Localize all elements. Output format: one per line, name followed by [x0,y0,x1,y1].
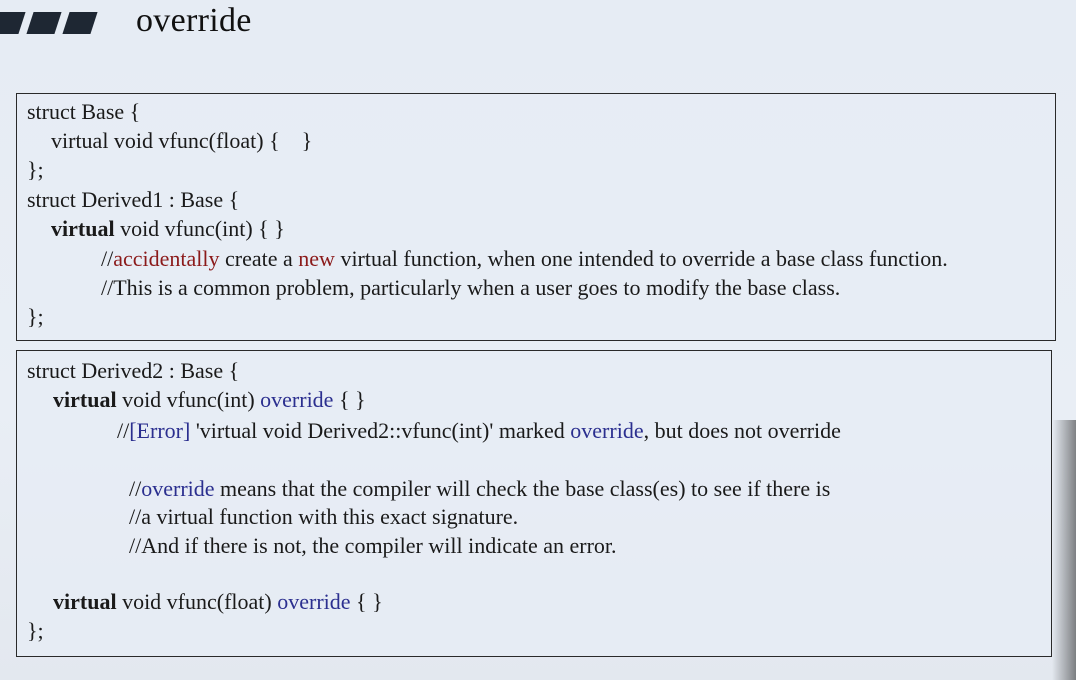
code-text: { } [333,387,366,412]
edge-shadow [1052,420,1076,680]
code-line: virtual void vfunc(int) override { } [53,387,366,413]
keyword: virtual [51,216,115,241]
comment-line: //This is a common problem, particularly… [101,275,841,300]
bar-shape [26,12,62,34]
keyword: virtual [53,387,117,412]
slide-header: override [0,0,1076,60]
code-line: virtual void vfunc(float) override { } [53,589,383,615]
comment-text: , but does not override [643,418,841,443]
comment-slashes: // [129,476,142,501]
code-text: { } [350,589,383,614]
comment-line: //override means that the compiler will … [129,476,830,502]
comment-line: //a virtual function with this exact sig… [129,504,519,529]
keyword: virtual [53,589,117,614]
code-line: }; [27,618,44,643]
code-line: }; [27,157,44,182]
code-line: virtual void vfunc(float) { } [51,128,313,153]
override-keyword: override [570,418,644,443]
override-keyword: override [277,589,351,614]
code-text: void vfunc(float) [116,589,278,614]
comment-line: //And if there is not, the compiler will… [129,533,617,558]
code-line: }; [27,304,44,329]
comment-slashes: // [101,246,114,271]
comment-text: means that the compiler will check the b… [214,476,831,501]
code-line: struct Base { [27,99,141,124]
code-block-derived1: struct Base { virtual void vfunc(float) … [16,93,1056,341]
comment-text: create a [219,246,299,271]
code-text: void vfunc(int) [116,387,261,412]
bar-shape [0,12,26,34]
comment-line: //[Error] 'virtual void Derived2::vfunc(… [117,418,841,444]
comment-text: 'virtual void Derived2::vfunc(int)' mark… [190,418,571,443]
code-text: void vfunc(int) { } [114,216,285,241]
highlight-word: accidentally [113,246,220,271]
code-line: virtual void vfunc(int) { } [51,216,285,242]
comment-slashes: // [117,418,130,443]
comment-text: virtual function, when one intended to o… [334,246,948,271]
bar-shape [62,12,98,34]
code-block-derived2: struct Derived2 : Base { virtual void vf… [16,350,1052,657]
override-keyword: override [260,387,334,412]
code-line: struct Derived1 : Base { [27,187,240,212]
code-line: struct Derived2 : Base { [27,358,240,383]
error-tag: [Error] [129,418,191,443]
override-keyword: override [141,476,215,501]
highlight-word: new [298,246,335,271]
page-title: override [136,2,252,39]
comment-line: //accidentally create a new virtual func… [101,246,948,272]
